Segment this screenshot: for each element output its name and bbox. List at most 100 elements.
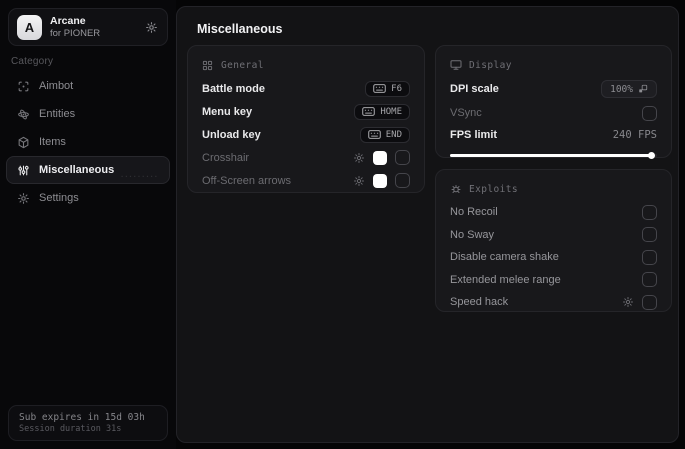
sidebar-item-settings[interactable]: Settings <box>6 184 170 212</box>
panel-exploits: Exploits No Recoil No Sway Disable camer… <box>435 169 672 312</box>
category-label: Category <box>11 56 54 67</box>
keybind-value: HOME <box>380 106 402 117</box>
subscription-card: Sub expires in 15d 03h Session duration … <box>8 405 168 441</box>
package-icon <box>17 136 30 149</box>
gear-icon[interactable] <box>145 20 159 34</box>
setting-label: Menu key <box>202 105 253 118</box>
setting-row-no-recoil: No Recoil <box>450 201 657 224</box>
fps-slider-knob[interactable] <box>647 152 655 159</box>
setting-label: No Sway <box>450 228 495 241</box>
setting-row-unload-key: Unload key END <box>202 123 410 146</box>
scale-icon <box>639 84 648 93</box>
setting-label: Unload key <box>202 128 261 141</box>
atom-icon <box>17 108 30 121</box>
sidebar-item-items[interactable]: Items <box>6 128 170 156</box>
sidebar: A Arcane for PIONER Category Aimbot Enti… <box>0 0 176 449</box>
setting-label: Off-Screen arrows <box>202 174 292 187</box>
color-swatch[interactable] <box>373 173 387 188</box>
sidebar-item-entities[interactable]: Entities <box>6 100 170 128</box>
keybind-value: F6 <box>391 83 402 94</box>
checkbox[interactable] <box>642 227 657 243</box>
gear-icon[interactable] <box>353 175 365 187</box>
checkbox[interactable] <box>642 204 657 220</box>
keyboard-icon <box>362 107 376 116</box>
checkbox[interactable] <box>395 173 410 188</box>
panel-general-header: General <box>202 56 410 74</box>
monitor-icon <box>450 59 462 71</box>
setting-row-dpi-scale: DPI scale 100% <box>450 77 657 101</box>
setting-label: Battle mode <box>202 82 265 95</box>
checkbox[interactable] <box>642 272 657 288</box>
dpi-scale-select[interactable]: 100% <box>601 80 657 98</box>
setting-row-no-sway: No Sway <box>450 224 657 247</box>
setting-row-fps-limit: FPS limit 240 FPS <box>450 125 657 145</box>
setting-label: No Recoil <box>450 206 498 219</box>
setting-label: Speed hack <box>450 296 509 309</box>
brand-logo: A <box>17 14 42 40</box>
setting-row-menu-key: Menu key HOME <box>202 100 410 123</box>
keybind-value: END <box>385 129 402 140</box>
fps-slider[interactable] <box>450 152 657 159</box>
setting-label: DPI scale <box>450 83 499 95</box>
scan-icon <box>17 80 30 93</box>
checkbox[interactable] <box>642 105 657 121</box>
gear-icon[interactable] <box>622 296 634 308</box>
panel-display-header: Display <box>450 56 657 74</box>
page-title: Miscellaneous <box>197 22 283 36</box>
setting-row-extended-melee-range: Extended melee range <box>450 269 657 292</box>
setting-label: Crosshair <box>202 151 250 164</box>
setting-row-offscreen-arrows: Off-Screen arrows <box>202 169 410 192</box>
sidebar-item-label: Settings <box>39 192 79 204</box>
panel-general: General Battle mode F6 Menu key HOME Unl… <box>187 45 425 193</box>
fps-slider-fill <box>450 154 651 157</box>
brand-title: Arcane <box>50 15 86 27</box>
sidebar-item-label: Aimbot <box>39 80 74 92</box>
panel-title: Exploits <box>469 183 518 195</box>
checkbox[interactable] <box>395 150 410 165</box>
grid-icon <box>202 59 214 71</box>
dpi-scale-value: 100% <box>610 83 633 95</box>
row-controls <box>353 173 410 188</box>
session-duration-text: Session duration 31s <box>19 424 122 434</box>
sidebar-item-miscellaneous[interactable]: Miscellaneous ∙∙∙∙∙∙∙∙∙ <box>6 156 170 184</box>
setting-label: FPS limit <box>450 129 498 141</box>
setting-row-speed-hack: Speed hack <box>450 291 657 314</box>
sidebar-item-label: Items <box>39 136 66 148</box>
panel-title: Display <box>469 59 512 71</box>
keybind-button[interactable]: END <box>359 126 410 143</box>
gear-icon[interactable] <box>353 152 365 164</box>
brand-subtitle: for PIONER <box>50 28 101 39</box>
panel-title: General <box>221 59 264 71</box>
keybind-button[interactable]: F6 <box>365 80 410 97</box>
setting-label: VSync <box>450 107 482 119</box>
keybind-button[interactable]: HOME <box>354 103 410 120</box>
gear-icon <box>17 192 30 205</box>
setting-row-battle-mode: Battle mode F6 <box>202 77 410 100</box>
keyboard-icon <box>367 130 381 139</box>
sidebar-item-aimbot[interactable]: Aimbot <box>6 72 170 100</box>
shimmer-dots: ∙∙∙∙∙∙∙∙∙ <box>120 172 159 181</box>
setting-row-crosshair: Crosshair <box>202 146 410 169</box>
panel-display: Display DPI scale 100% VSync FPS limit 2… <box>435 45 672 159</box>
checkbox[interactable] <box>642 249 657 265</box>
setting-label: Extended melee range <box>450 273 561 286</box>
row-controls <box>622 294 657 310</box>
brand-text: Arcane for PIONER <box>50 15 145 39</box>
row-controls <box>353 150 410 165</box>
setting-row-disable-camera-shake: Disable camera shake <box>450 246 657 269</box>
setting-row-vsync: VSync <box>450 101 657 125</box>
sliders-icon <box>17 164 30 177</box>
keyboard-icon <box>373 84 386 93</box>
setting-label: Disable camera shake <box>450 251 559 264</box>
app-window: A Arcane for PIONER Category Aimbot Enti… <box>0 0 685 449</box>
main-content: Miscellaneous General Battle mode F6 Men… <box>176 6 679 443</box>
sidebar-nav: Aimbot Entities Items Miscellaneous ∙∙∙∙… <box>0 72 176 212</box>
color-swatch[interactable] <box>373 150 387 165</box>
checkbox[interactable] <box>642 294 657 310</box>
sub-expiry-text: Sub expires in 15d 03h <box>19 412 145 423</box>
bug-icon <box>450 183 462 195</box>
panel-exploits-header: Exploits <box>450 180 657 198</box>
fps-value: 240 FPS <box>612 129 657 141</box>
brand-card: A Arcane for PIONER <box>8 8 168 46</box>
sidebar-item-label: Entities <box>39 108 76 120</box>
